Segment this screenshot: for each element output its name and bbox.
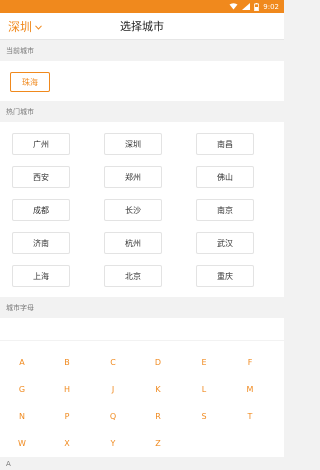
letter-index-s[interactable]: S: [194, 408, 214, 424]
letter-index-w[interactable]: W: [12, 435, 32, 451]
hot-city-button[interactable]: 南昌: [196, 133, 254, 155]
letter-index-n[interactable]: N: [12, 408, 32, 424]
hot-city-button[interactable]: 武汉: [196, 232, 254, 254]
letter-index-z[interactable]: Z: [148, 435, 168, 451]
letter-index-x[interactable]: X: [57, 435, 77, 451]
hot-city-button[interactable]: 郑州: [104, 166, 162, 188]
hot-city-button[interactable]: 济南: [12, 232, 70, 254]
hot-cities-grid: 广州 深圳 南昌西安 郑州 佛山成都 长沙 南京济南 杭州 武汉上海 北京 重庆: [0, 130, 284, 295]
letter-index-q[interactable]: Q: [103, 408, 123, 424]
hot-city-button[interactable]: 杭州: [104, 232, 162, 254]
letter-index-g[interactable]: G: [12, 381, 32, 397]
hot-city-button[interactable]: 北京: [104, 265, 162, 287]
letter-index-grid: A B C D E F G H J K L M N P Q R S T W X Y Z: [0, 345, 284, 460]
hot-city-button[interactable]: 广州: [12, 133, 70, 155]
signal-icon: [242, 3, 251, 10]
letter-index-y[interactable]: Y: [103, 435, 123, 451]
hot-city-button[interactable]: 上海: [12, 265, 70, 287]
letter-index-b[interactable]: B: [57, 354, 77, 370]
letter-index-p[interactable]: P: [57, 408, 77, 424]
hot-city-button[interactable]: 深圳: [104, 133, 162, 155]
letter-index-c[interactable]: C: [103, 354, 123, 370]
section-title-current: 当前城市: [0, 41, 284, 61]
letters-spacer: [0, 318, 284, 340]
current-location-city-button[interactable]: 珠海: [10, 72, 50, 92]
letter-index-r[interactable]: R: [148, 408, 168, 424]
section-title-letters: 城市字母: [0, 298, 284, 318]
letter-index-l[interactable]: L: [194, 381, 214, 397]
hot-city-button[interactable]: 成都: [12, 199, 70, 221]
letter-index-f[interactable]: F: [240, 354, 260, 370]
letter-index-e[interactable]: E: [194, 354, 214, 370]
letter-index-k[interactable]: K: [148, 381, 168, 397]
list-group-header: A: [0, 458, 284, 470]
section-title-hot: 热门城市: [0, 102, 284, 122]
letter-index-a[interactable]: A: [12, 354, 32, 370]
status-bar: 9:02: [0, 0, 284, 13]
hot-city-button[interactable]: 佛山: [196, 166, 254, 188]
letter-index-j[interactable]: J: [103, 381, 123, 397]
letter-index-m[interactable]: M: [240, 381, 260, 397]
hot-city-button[interactable]: 南京: [196, 199, 254, 221]
hot-city-button[interactable]: 长沙: [104, 199, 162, 221]
letter-index-h[interactable]: H: [57, 381, 77, 397]
hot-city-button[interactable]: 重庆: [196, 265, 254, 287]
battery-icon: [254, 2, 260, 11]
wifi-icon: [229, 3, 238, 10]
hot-city-button[interactable]: 西安: [12, 166, 70, 188]
header: 深圳 选择城市: [0, 13, 284, 40]
letter-index-d[interactable]: D: [148, 354, 168, 370]
page-title: 选择城市: [120, 20, 164, 33]
status-time: 9:02: [263, 2, 279, 11]
letter-index-t[interactable]: T: [240, 408, 260, 424]
